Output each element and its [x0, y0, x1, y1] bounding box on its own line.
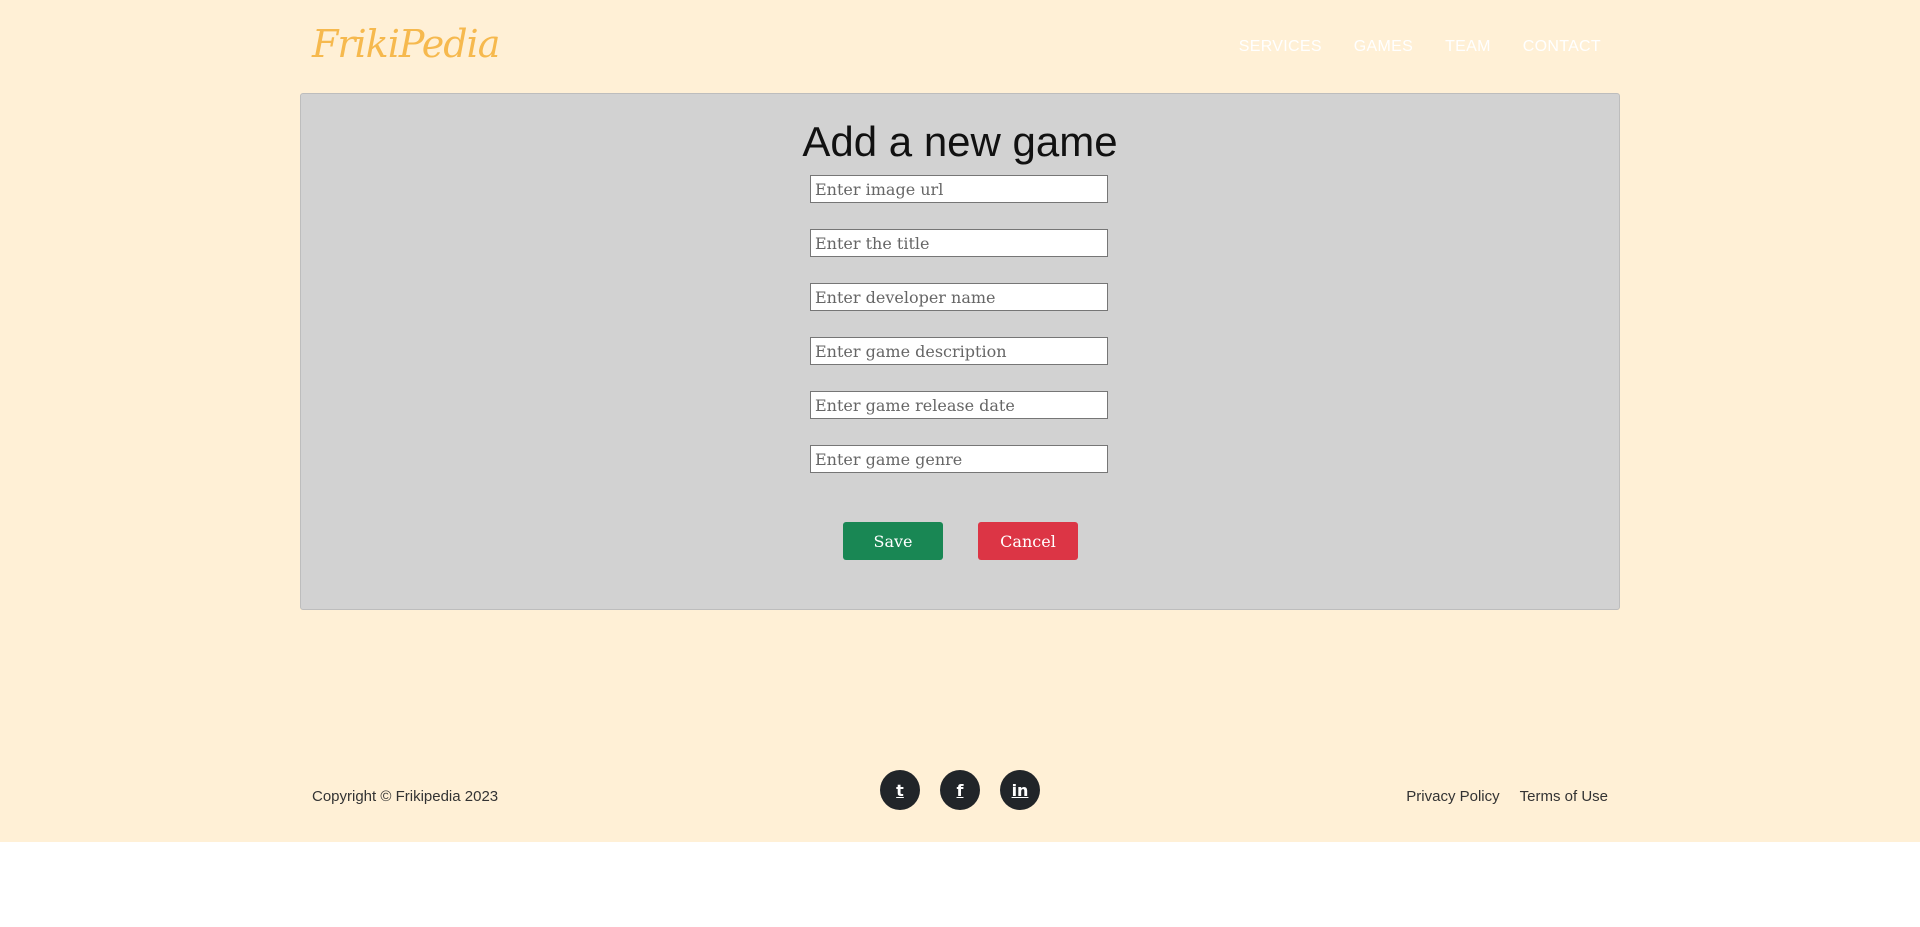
main-nav: SERVICES GAMES TEAM CONTACT [1239, 38, 1601, 56]
site-header: FrikiPedia SERVICES GAMES TEAM CONTACT [300, 0, 1620, 93]
copyright-text: Copyright © Frikipedia 2023 [312, 788, 499, 805]
legal-links: Privacy Policy Terms of Use [1406, 788, 1608, 805]
description-input[interactable] [810, 337, 1108, 365]
page-title: Add a new game [802, 118, 1118, 165]
nav-item-services[interactable]: SERVICES [1239, 38, 1322, 56]
genre-input[interactable] [810, 445, 1108, 473]
logo[interactable]: FrikiPedia [312, 22, 500, 66]
site-footer: Copyright © Frikipedia 2023 t f in Priva… [300, 770, 1620, 826]
facebook-icon[interactable]: f [940, 770, 980, 810]
twitter-icon[interactable]: t [880, 770, 920, 810]
social-links: t f in [880, 770, 1040, 810]
title-input[interactable] [810, 229, 1108, 257]
add-game-card: Add a new game Save Cancel [300, 93, 1620, 610]
linkedin-icon[interactable]: in [1000, 770, 1040, 810]
image-url-input[interactable] [810, 175, 1108, 203]
save-button[interactable]: Save [843, 522, 943, 560]
terms-of-use-link[interactable]: Terms of Use [1520, 788, 1608, 805]
privacy-policy-link[interactable]: Privacy Policy [1406, 788, 1499, 805]
cancel-button[interactable]: Cancel [978, 522, 1078, 560]
developer-input[interactable] [810, 283, 1108, 311]
nav-item-games[interactable]: GAMES [1354, 38, 1413, 56]
release-date-input[interactable] [810, 391, 1108, 419]
nav-item-team[interactable]: TEAM [1445, 38, 1491, 56]
nav-item-contact[interactable]: CONTACT [1523, 38, 1601, 56]
